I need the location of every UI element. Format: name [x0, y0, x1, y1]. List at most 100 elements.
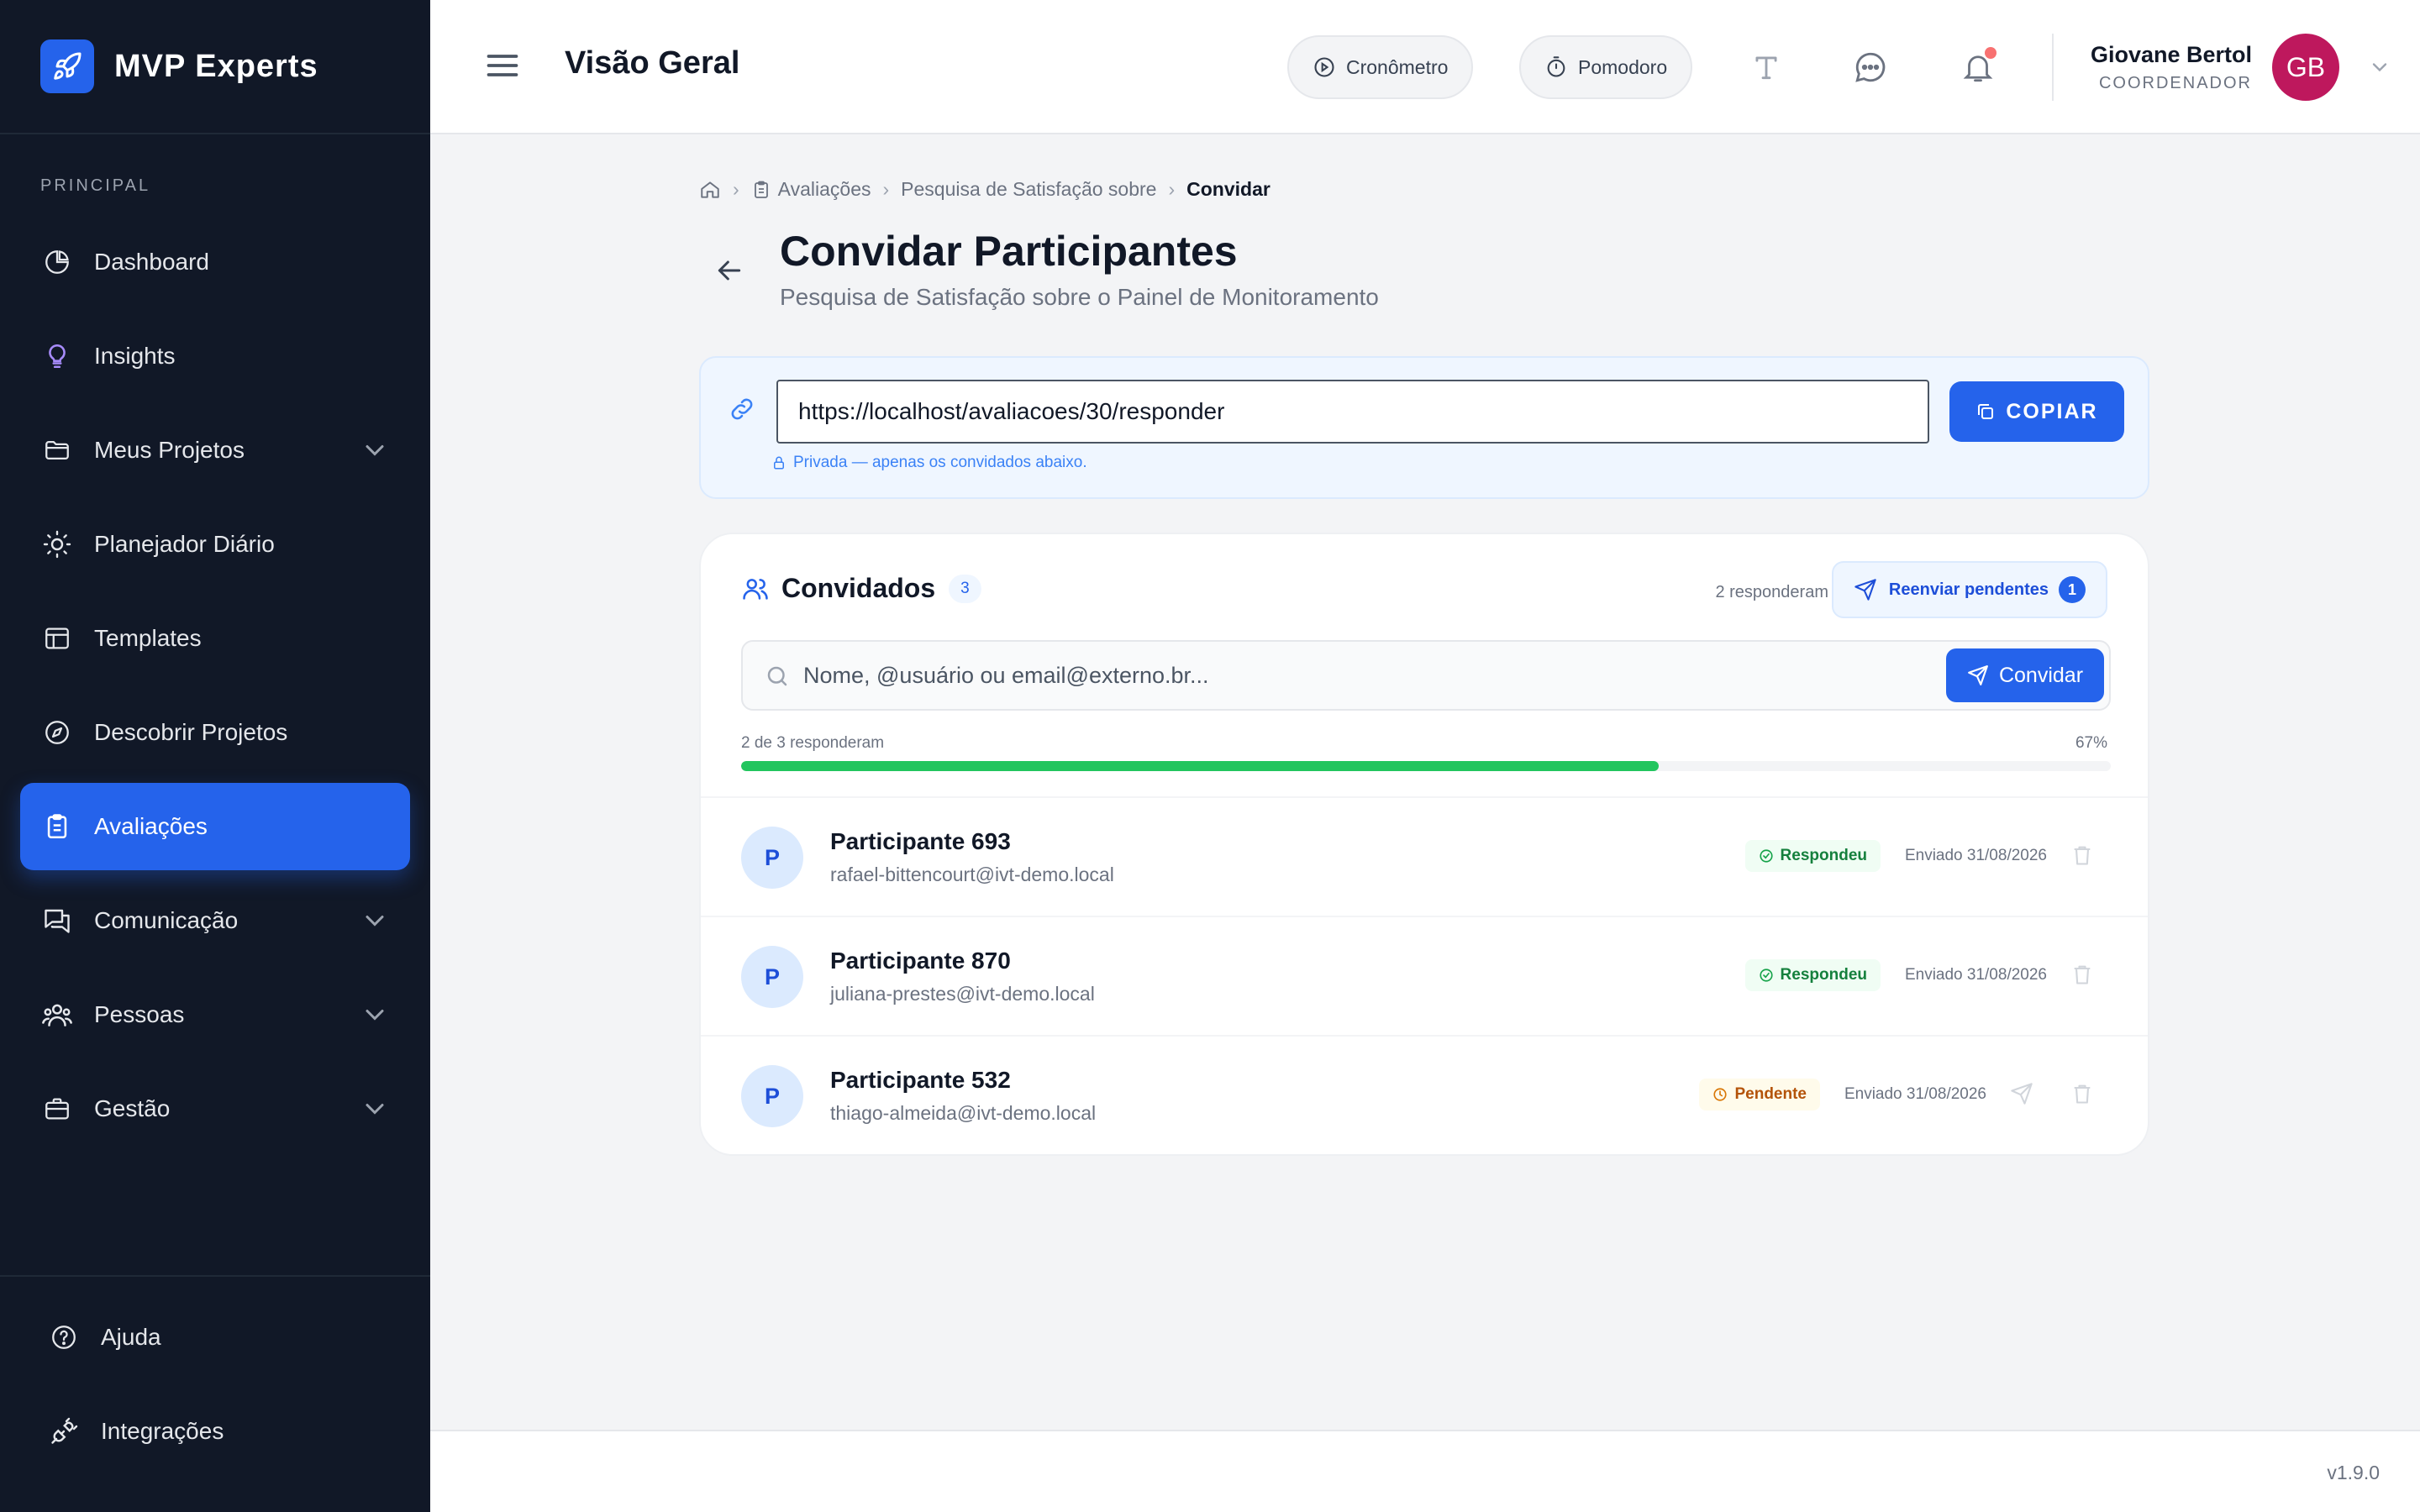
trash-icon[interactable] — [2067, 1079, 2097, 1109]
sidebar-item-comunicacao[interactable]: Comunicação — [20, 877, 410, 964]
search-icon — [767, 666, 787, 686]
clipboard-icon — [40, 810, 74, 843]
status-label: Respondeu — [1780, 966, 1867, 984]
layout-icon — [40, 622, 74, 655]
participant-name: Participante 532 — [830, 1067, 1011, 1093]
brand[interactable]: MVP Experts — [0, 0, 430, 134]
sidebar-item-pessoas[interactable]: Pessoas — [20, 971, 410, 1058]
help-circle-icon — [47, 1320, 81, 1354]
guests-card: Convidados 3 2 responderam Reenviar pend… — [699, 533, 2149, 1156]
compass-icon — [40, 716, 74, 749]
copy-icon — [1978, 404, 1994, 419]
progress-label: 2 de 3 responderam — [741, 734, 885, 752]
sidebar-item-ajuda[interactable]: Ajuda — [27, 1294, 410, 1381]
table-row[interactable]: P Participante 532 thiago-almeida@ivt-de… — [701, 1035, 2148, 1154]
progress-bar — [741, 761, 2111, 771]
trash-icon[interactable] — [2067, 959, 2097, 990]
breadcrumb: › Avaliações › Pesquisa de Satisfação so… — [699, 178, 1270, 201]
breadcrumb-current: Convidar — [1186, 178, 1270, 200]
guests-count-badge: 3 — [949, 574, 981, 603]
pomodoro-button[interactable]: Pomodoro — [1519, 35, 1693, 99]
top-header: Visão Geral Cronômetro Pomodoro Giovane … — [430, 0, 2420, 134]
progress-bar-fill — [741, 761, 1660, 771]
progress-percent: 67% — [2075, 734, 2107, 752]
clock-icon — [1713, 1088, 1728, 1101]
user-name[interactable]: Giovane Bertol — [2091, 42, 2252, 68]
notification-dot — [1985, 47, 1996, 59]
sidebar-item-dashboard[interactable]: Dashboard — [20, 218, 410, 306]
send-icon — [1854, 579, 1876, 601]
timer-label: Cronômetro — [1346, 55, 1449, 78]
participant-email: thiago-almeida@ivt-demo.local — [830, 1102, 1097, 1124]
sidebar-item-templates[interactable]: Templates — [20, 595, 410, 682]
stopwatch-icon — [1547, 56, 1565, 77]
page-subtitle: Pesquisa de Satisfação sobre o Painel de… — [780, 284, 1379, 310]
status-badge: Respondeu — [1744, 840, 1881, 872]
sidebar-item-label: Templates — [94, 625, 202, 651]
sidebar: MVP Experts PRINCIPAL Dashboard Insights… — [0, 0, 430, 1512]
privacy-text: Privada — apenas os convidados abaixo. — [793, 454, 1087, 471]
chevron-down-icon[interactable] — [360, 1094, 390, 1124]
version-label: v1.9.0 — [2327, 1462, 2380, 1483]
invite-search-input[interactable] — [803, 642, 1896, 709]
sidebar-item-label: Avaliações — [94, 813, 208, 839]
sent-date: Enviado 31/08/2026 — [1904, 966, 2047, 984]
folder-icon — [40, 433, 74, 467]
rocket-icon — [40, 39, 94, 93]
text-size-icon[interactable] — [1746, 47, 1786, 87]
sidebar-item-descobrir-projetos[interactable]: Descobrir Projetos — [20, 689, 410, 776]
resend-pending-button[interactable]: Reenviar pendentes 1 — [1831, 561, 2107, 618]
home-icon[interactable] — [699, 179, 721, 201]
table-row[interactable]: P Participante 693 rafael-bittencourt@iv… — [701, 796, 2148, 916]
sidebar-item-planejador-diario[interactable]: Planejador Diário — [20, 501, 410, 588]
chevron-down-icon[interactable] — [360, 435, 390, 465]
sun-icon — [40, 528, 74, 561]
sidebar-item-insights[interactable]: Insights — [20, 312, 410, 400]
participant-email: juliana-prestes@ivt-demo.local — [830, 983, 1095, 1005]
plug-icon — [47, 1415, 81, 1448]
footer: v1.9.0 — [430, 1430, 2420, 1512]
sidebar-item-gestao[interactable]: Gestão — [20, 1065, 410, 1152]
status-badge: Respondeu — [1744, 959, 1881, 991]
participant-avatar: P — [741, 827, 803, 889]
trash-icon[interactable] — [2067, 840, 2097, 870]
share-url-field[interactable]: https://localhost/avaliacoes/30/responde… — [776, 380, 1929, 444]
chevron-down-icon[interactable] — [360, 1000, 390, 1030]
avatar[interactable]: GB — [2272, 34, 2339, 101]
resend-label: Reenviar pendentes — [1888, 580, 2049, 599]
lock-icon — [774, 456, 784, 470]
resend-icon[interactable] — [2007, 1079, 2037, 1109]
user-role: COORDENADOR — [2098, 74, 2252, 92]
breadcrumb-link[interactable]: Pesquisa de Satisfação sobre — [901, 178, 1156, 201]
status-label: Pendente — [1734, 1085, 1807, 1103]
participant-email: rafael-bittencourt@ivt-demo.local — [830, 864, 1114, 885]
breadcrumb-link[interactable]: Avaliações — [778, 178, 871, 201]
users-icon — [40, 998, 74, 1032]
menu-icon[interactable] — [484, 47, 521, 84]
section-label: PRINCIPAL — [40, 176, 151, 195]
pie-chart-icon — [40, 245, 74, 279]
sidebar-item-label: Dashboard — [94, 249, 209, 275]
share-link-card: https://localhost/avaliacoes/30/responde… — [699, 356, 2149, 499]
sidebar-item-avaliacoes[interactable]: Avaliações — [20, 783, 410, 870]
status-label: Respondeu — [1780, 847, 1867, 864]
chevron-down-icon[interactable] — [360, 906, 390, 936]
table-row[interactable]: P Participante 870 juliana-prestes@ivt-d… — [701, 916, 2148, 1035]
timer-button[interactable]: Cronômetro — [1287, 35, 1474, 99]
header-divider — [2052, 34, 2054, 101]
chat-bubble-icon[interactable] — [1850, 47, 1891, 87]
sidebar-item-meus-projetos[interactable]: Meus Projetos — [20, 407, 410, 494]
bell-icon[interactable] — [1958, 47, 1998, 87]
sent-date: Enviado 31/08/2026 — [1844, 1085, 1986, 1103]
briefcase-icon — [40, 1092, 74, 1126]
chevron-down-icon[interactable] — [2368, 55, 2391, 79]
back-arrow-icon[interactable] — [713, 254, 746, 287]
copy-label: COPIAR — [2006, 399, 2098, 423]
copy-button[interactable]: COPIAR — [1949, 381, 2124, 442]
check-circle-icon — [1759, 849, 1773, 863]
sidebar-item-integracoes[interactable]: Integrações — [27, 1388, 410, 1475]
breadcrumb-separator: › — [1168, 178, 1176, 200]
header-title: Visão Geral — [565, 45, 740, 81]
send-icon — [1968, 665, 1988, 685]
invite-button[interactable]: Convidar — [1946, 648, 2104, 702]
